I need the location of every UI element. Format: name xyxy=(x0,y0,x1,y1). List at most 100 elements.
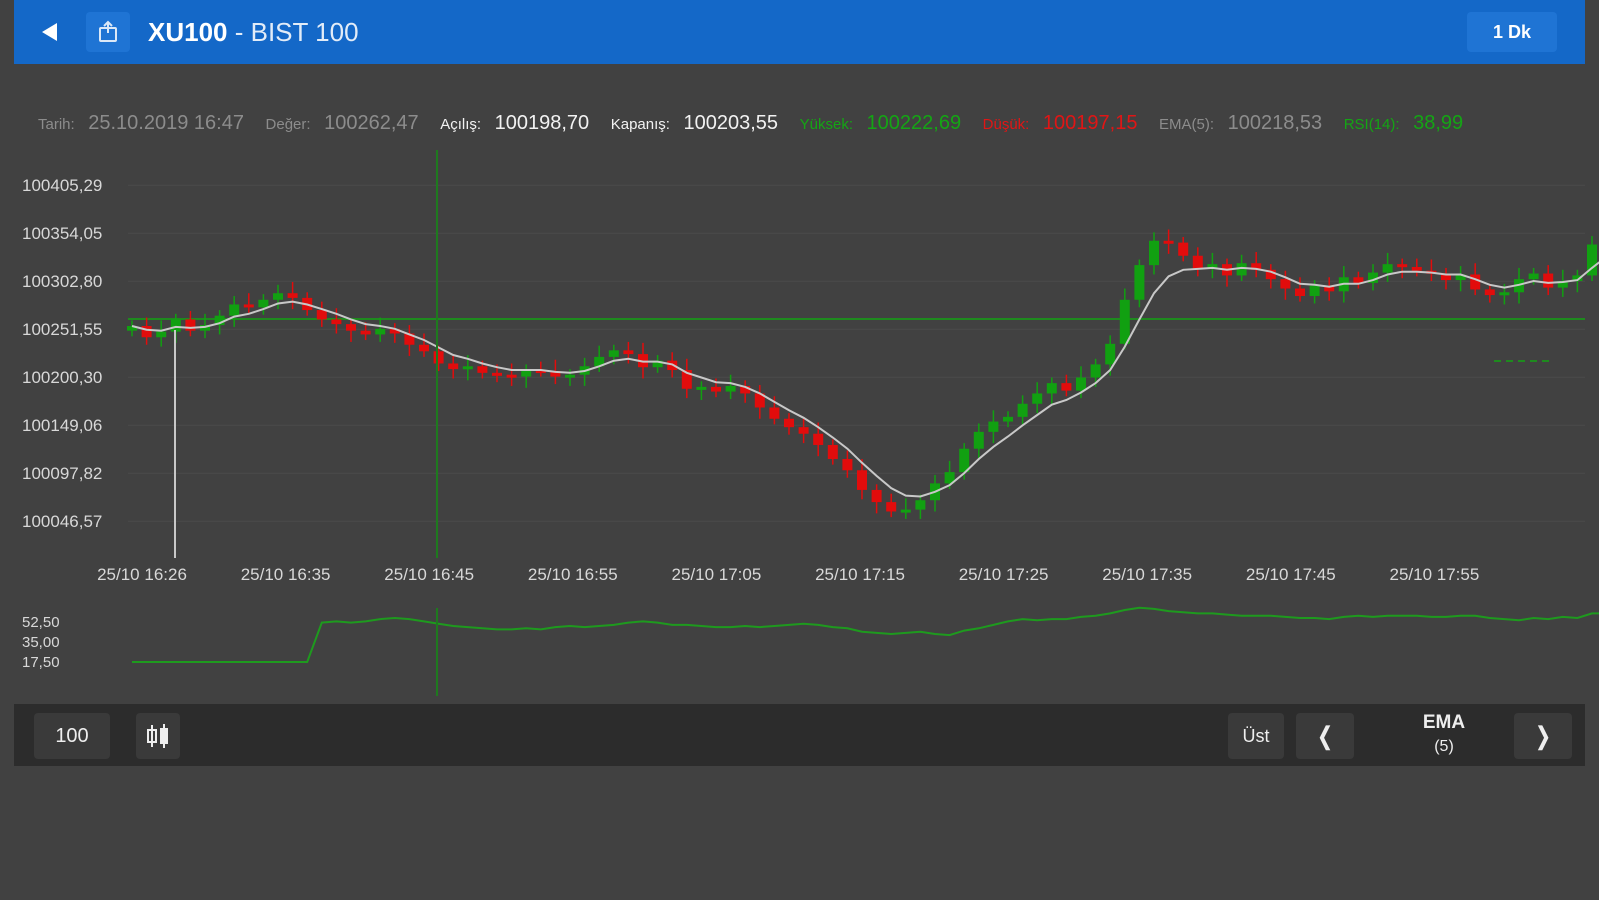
y-tick-label: 100046,57 xyxy=(22,512,102,531)
rsi-label: RSI(14): xyxy=(1343,116,1400,133)
candle-body xyxy=(1499,292,1510,296)
candle-body xyxy=(1543,273,1554,288)
candle-body xyxy=(1061,383,1072,391)
candle-body xyxy=(448,363,459,370)
x-tick-label: 25/10 17:05 xyxy=(671,565,761,584)
candle-body xyxy=(1192,255,1203,269)
y-tick-label: 100149,06 xyxy=(22,416,102,435)
candle-body xyxy=(185,319,196,331)
candle-body xyxy=(973,431,984,449)
high-value: 100222,69 xyxy=(866,112,962,134)
indicator-param: (5) xyxy=(1434,738,1454,755)
title-separator: - xyxy=(227,17,251,47)
candle-body xyxy=(331,319,342,325)
candle-body xyxy=(287,293,298,298)
low-value: 100197,15 xyxy=(1042,112,1138,134)
candle-body xyxy=(156,331,167,338)
close-value: 100203,55 xyxy=(683,112,779,134)
candle-body xyxy=(1134,265,1145,300)
candle-body xyxy=(375,328,386,335)
chart-toolbar: 100 Üst ❬ EMA (5) ❭ xyxy=(14,704,1585,766)
candle-body xyxy=(1105,343,1116,365)
share-icon[interactable] xyxy=(86,12,130,52)
rsi-axis-labels: 52,50 35,00 17,50 xyxy=(22,614,60,671)
x-tick-label: 25/10 17:45 xyxy=(1246,565,1336,584)
y-tick-label: 100354,05 xyxy=(22,224,102,243)
candle-body xyxy=(492,372,502,376)
ema-value: 100218,53 xyxy=(1227,112,1323,134)
high-label: Yüksek: xyxy=(799,116,853,133)
x-tick-label: 25/10 16:55 xyxy=(528,565,618,584)
candle-body xyxy=(813,433,824,445)
x-tick-label: 25/10 17:55 xyxy=(1389,565,1479,584)
candle-body xyxy=(1528,273,1539,280)
candle-body xyxy=(273,293,283,300)
rsi-line xyxy=(132,606,1599,663)
rsi-tick-label: 17,50 xyxy=(22,654,60,671)
ohlc-info-line: Tarih: 25.10.2019 16:47 Değer: 100262,47… xyxy=(38,112,1558,135)
candle-body xyxy=(1163,240,1174,244)
y-axis-labels: 100405,29 100354,05 100302,80 100251,55 1002… xyxy=(22,176,102,531)
candle-body xyxy=(360,330,371,335)
candle-body xyxy=(1382,264,1393,273)
candle-body xyxy=(419,344,429,352)
ema-line xyxy=(131,261,1599,498)
candle-body xyxy=(798,427,809,434)
candle-body xyxy=(1280,279,1291,289)
date-label: Tarih: xyxy=(38,116,75,133)
low-label: Düşük: xyxy=(982,116,1030,133)
candle-body xyxy=(565,374,575,378)
candle-body xyxy=(608,350,619,357)
x-tick-label: 25/10 16:26 xyxy=(97,565,187,584)
x-tick-label: 25/10 17:15 xyxy=(815,565,905,584)
overlay-position-button[interactable]: Üst xyxy=(1228,713,1284,759)
candle-body xyxy=(1484,289,1495,296)
candle-body xyxy=(1003,416,1013,422)
next-indicator-button[interactable]: ❭ xyxy=(1514,713,1572,759)
x-tick-label: 25/10 17:35 xyxy=(1102,565,1192,584)
candle-body xyxy=(711,386,721,392)
y-tick-label: 100302,80 xyxy=(22,272,102,291)
candle-body xyxy=(827,444,838,460)
candle-body xyxy=(229,304,240,316)
candle-body xyxy=(1295,288,1305,297)
open-value: 100198,70 xyxy=(494,112,590,134)
y-tick-label: 100097,82 xyxy=(22,464,102,483)
open-label: Açılış: xyxy=(440,116,482,133)
candle-body xyxy=(886,502,897,512)
ema-label: EMA(5): xyxy=(1159,116,1215,133)
candlestick-icon[interactable] xyxy=(136,713,180,759)
candle-body xyxy=(784,418,794,428)
candle-body xyxy=(346,324,356,331)
indicator-selector[interactable]: EMA (5) xyxy=(1384,710,1504,762)
back-arrow-icon[interactable] xyxy=(30,10,70,54)
interval-button[interactable]: 1 Dk xyxy=(1467,12,1557,52)
rsi-value: 38,99 xyxy=(1413,112,1464,134)
top-bar: XU100 - BIST 100 1 Dk xyxy=(14,0,1585,64)
candle-body xyxy=(1032,393,1043,404)
value-value: 100262,47 xyxy=(324,112,419,134)
candle-body xyxy=(170,319,181,332)
candle-body xyxy=(1178,242,1189,256)
previous-indicator-button[interactable]: ❬ xyxy=(1296,713,1354,759)
x-tick-label: 25/10 16:45 xyxy=(384,565,474,584)
candle-body xyxy=(842,459,853,471)
price-chart[interactable]: 100405,29 100354,05 100302,80 100251,55 1002… xyxy=(0,140,1599,700)
candle-count-button[interactable]: 100 xyxy=(34,713,110,759)
value-label: Değer: xyxy=(265,116,311,133)
symbol-name: BIST 100 xyxy=(250,17,359,47)
candle-body xyxy=(243,304,254,308)
candle-body xyxy=(725,385,736,392)
candle-body xyxy=(462,366,473,370)
candle-body xyxy=(1017,403,1028,417)
y-tick-label: 100251,55 xyxy=(22,320,102,339)
candle-body xyxy=(1119,299,1130,344)
chart-grid xyxy=(128,184,1585,522)
candle-body xyxy=(1149,240,1159,266)
candle-body xyxy=(433,351,444,364)
candle-body xyxy=(1411,266,1422,271)
candle-body xyxy=(1076,377,1086,391)
close-label: Kapanış: xyxy=(610,116,670,133)
x-tick-label: 25/10 17:25 xyxy=(959,565,1049,584)
candle-body xyxy=(506,374,517,378)
